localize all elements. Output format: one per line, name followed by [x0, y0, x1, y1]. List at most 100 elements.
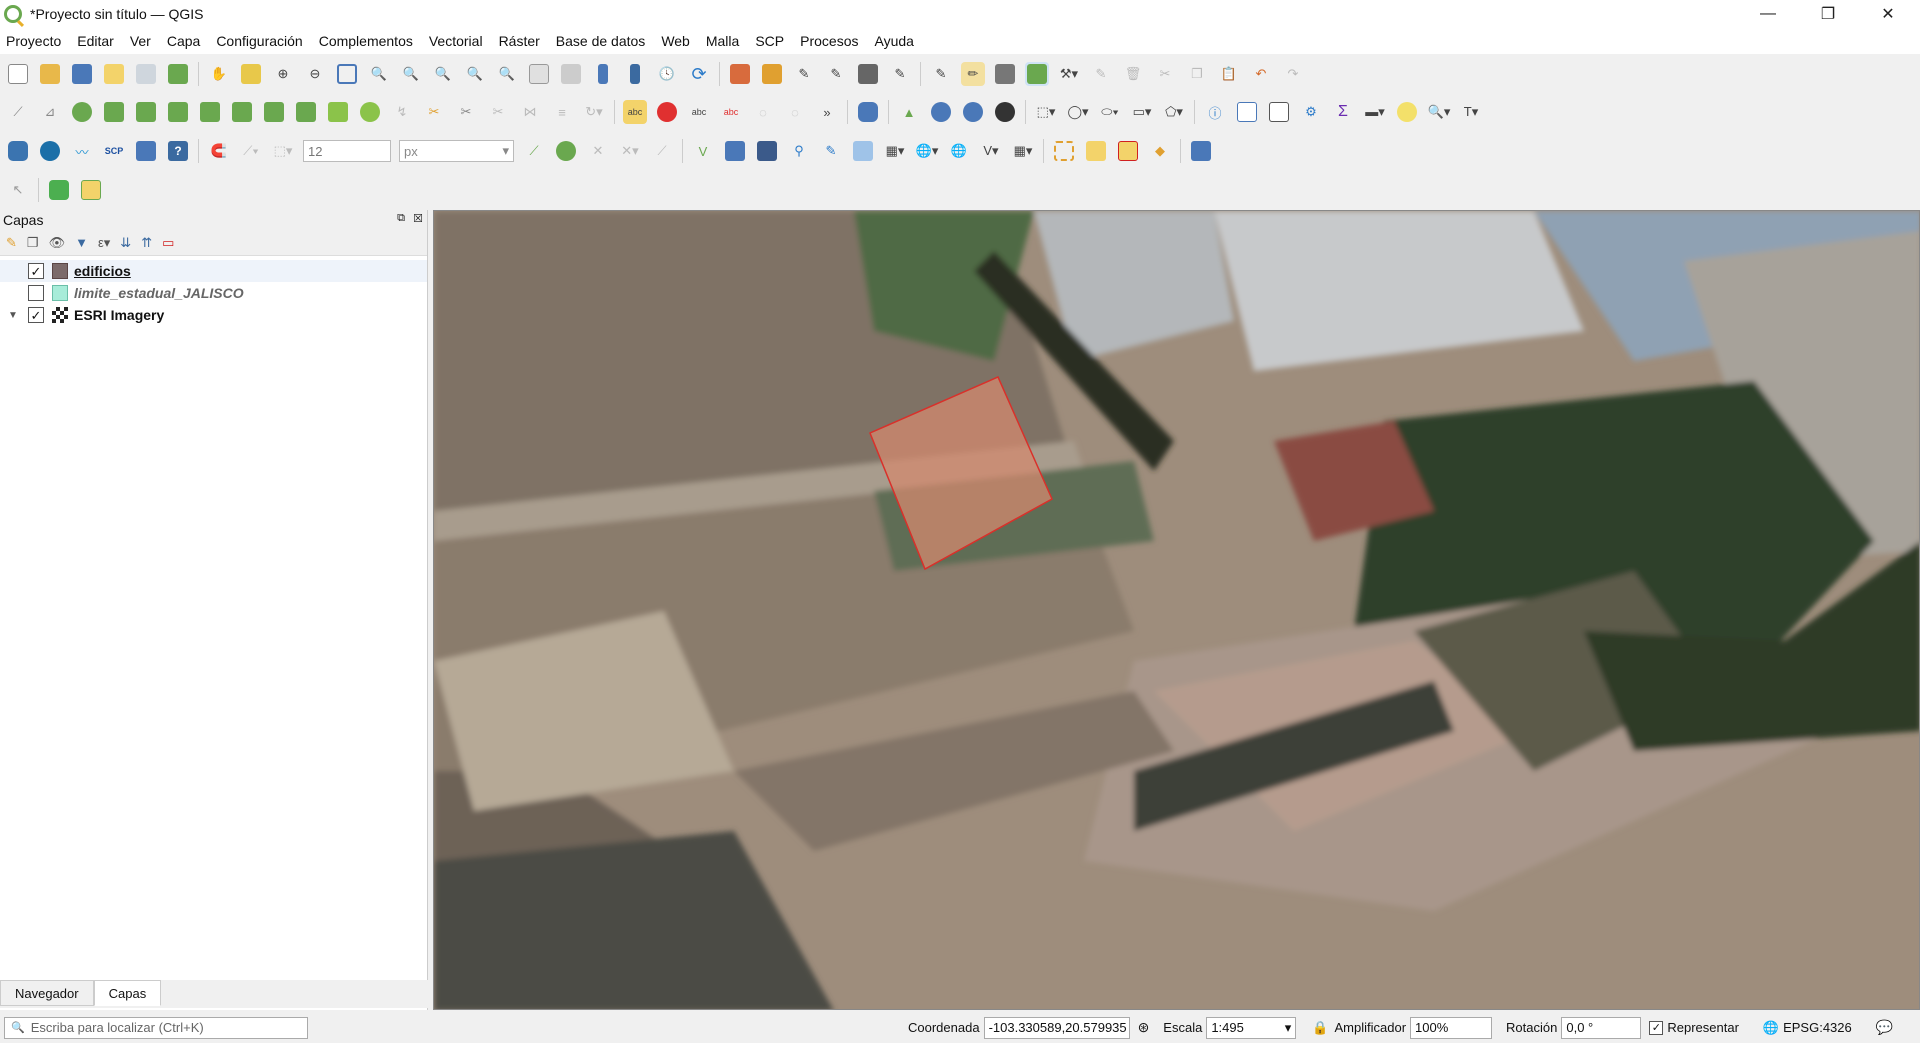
new-vector-layer-icon[interactable]: V	[691, 139, 715, 163]
database-icon[interactable]	[856, 100, 880, 124]
scp-band-set-icon[interactable]	[134, 139, 158, 163]
filter-by-expression-icon[interactable]: ε▾	[98, 235, 110, 251]
toggle-editing-icon[interactable]	[760, 62, 784, 86]
zoom-next-icon[interactable]: 🔍	[495, 62, 519, 86]
snapping-tolerance-input[interactable]: 12	[303, 140, 391, 162]
circle-tool-icon[interactable]: ◯▾	[1066, 100, 1090, 124]
menu-procesos[interactable]: Procesos	[800, 33, 858, 49]
plugin-map-icon[interactable]	[79, 178, 103, 202]
advanced-digitizing-icon[interactable]: ⊿	[38, 100, 62, 124]
snapping-magnet-icon[interactable]: 🧲	[207, 139, 231, 163]
add-feature-dropdown-icon[interactable]: ⬚▾	[1034, 100, 1058, 124]
menu-base-de-datos[interactable]: Base de datos	[556, 33, 646, 49]
add-wms-layer-icon[interactable]: 🌐▾	[915, 139, 939, 163]
identify-features-icon[interactable]: ⓘ	[1203, 100, 1227, 124]
new-bookmark-icon[interactable]	[591, 62, 615, 86]
quick-osm-icon[interactable]	[47, 178, 71, 202]
highlight-pinned-labels-icon[interactable]: abc	[719, 100, 743, 124]
map-canvas[interactable]	[433, 210, 1920, 1010]
digitize-icon[interactable]: ✎	[792, 62, 816, 86]
pan-map-icon[interactable]: ✋	[207, 62, 231, 86]
rotate-feature-icon[interactable]	[134, 100, 158, 124]
add-mesh-layer-icon[interactable]	[755, 139, 779, 163]
add-virtual-layer-icon[interactable]: ▦▾	[883, 139, 907, 163]
delete-part-icon[interactable]	[294, 100, 318, 124]
map-tips-icon[interactable]	[1395, 100, 1419, 124]
fill-ring-icon[interactable]	[230, 100, 254, 124]
zoom-last-icon[interactable]: 🔍	[463, 62, 487, 86]
temporal-controller-icon[interactable]: 🕓	[655, 62, 679, 86]
scale-field[interactable]: 1:495 ▾	[1206, 1016, 1297, 1039]
menu-proyecto[interactable]: Proyecto	[6, 33, 61, 49]
redo-icon[interactable]: ↷	[1281, 62, 1305, 86]
open-styling-icon[interactable]: ✎	[6, 235, 17, 251]
select-by-location-icon[interactable]: ◆	[1148, 139, 1172, 163]
new-print-layout-icon[interactable]	[102, 62, 126, 86]
menu-capa[interactable]: Capa	[167, 33, 200, 49]
add-ring-icon[interactable]	[70, 100, 94, 124]
menu-malla[interactable]: Malla	[706, 33, 739, 49]
messages-icon[interactable]: 💬	[1876, 1019, 1893, 1036]
menu-ayuda[interactable]: Ayuda	[874, 33, 913, 49]
tab-capas[interactable]: Capas	[93, 980, 162, 1006]
snapping-units-select[interactable]: px ▾	[399, 140, 514, 162]
close-button[interactable]: ✕	[1860, 0, 1916, 28]
zoom-in-icon[interactable]: ⊕	[271, 62, 295, 86]
menu-web[interactable]: Web	[661, 33, 690, 49]
move-label-icon[interactable]: ◌	[751, 100, 775, 124]
measure-line-icon[interactable]: ▬▾	[1363, 100, 1387, 124]
snapping-options-icon[interactable]: ⟋	[650, 139, 674, 163]
add-group-icon[interactable]: ❐	[27, 235, 39, 251]
add-delimited-text-icon[interactable]: ⚲	[787, 139, 811, 163]
more-tools-icon[interactable]: »	[815, 100, 839, 124]
open-attribute-table-icon[interactable]	[728, 62, 752, 86]
zoom-out-icon[interactable]: ⊖	[303, 62, 327, 86]
qgis-cloud-icon[interactable]	[38, 139, 62, 163]
menu-complementos[interactable]: Complementos	[319, 33, 413, 49]
text-annotation-icon[interactable]: T▾	[1459, 100, 1483, 124]
add-wfs-layer-icon[interactable]: 🌐	[947, 139, 971, 163]
remove-layer-icon[interactable]: ▭	[162, 235, 174, 251]
filter-legend-icon[interactable]: ▼	[75, 235, 88, 250]
zoom-full-icon[interactable]	[335, 62, 359, 86]
vertex-tool-icon[interactable]: ✎	[888, 62, 912, 86]
collapse-all-icon[interactable]: ⇈	[141, 235, 152, 251]
new-map-view-icon[interactable]	[527, 62, 551, 86]
pin-labels-icon[interactable]: abc	[687, 100, 711, 124]
offset-curve-icon[interactable]	[358, 100, 382, 124]
add-raster-layer-icon[interactable]	[723, 139, 747, 163]
layer-item-limite-estadual-jalisco[interactable]: limite_estadual_JALISCO	[0, 282, 427, 304]
quickmapservices-icon[interactable]	[993, 100, 1017, 124]
menu-editar[interactable]: Editar	[77, 33, 114, 49]
layer-item-esri-imagery[interactable]: ▼ ✓ ESRI Imagery	[0, 304, 427, 326]
zoom-native-icon[interactable]: 🔍	[431, 62, 455, 86]
snapping-mode-icon[interactable]: ⟋▾	[239, 139, 263, 163]
expand-all-icon[interactable]: ⇊	[120, 235, 131, 251]
save-project-icon[interactable]	[70, 62, 94, 86]
cut-features-icon[interactable]: ✂	[1153, 62, 1177, 86]
scp-icon[interactable]: SCP	[102, 139, 126, 163]
zoom-to-layer-icon[interactable]: 🔍	[399, 62, 423, 86]
add-spatialite-icon[interactable]: ✎	[819, 139, 843, 163]
layer-visibility-checkbox[interactable]: ✓	[28, 307, 44, 323]
maximize-button[interactable]: ❐	[1800, 0, 1856, 28]
deselect-features-icon[interactable]	[1116, 139, 1140, 163]
menu-ver[interactable]: Ver	[130, 33, 151, 49]
lock-scale-icon[interactable]: 🔒	[1312, 1020, 1328, 1036]
attribute-table-icon[interactable]	[1235, 100, 1259, 124]
field-calculator-icon[interactable]	[1267, 100, 1291, 124]
menu-raster[interactable]: Ráster	[499, 33, 540, 49]
metasearch-icon[interactable]	[961, 100, 985, 124]
layer-visibility-checkbox[interactable]	[28, 285, 44, 301]
rectangle-tool-icon[interactable]: ▭▾	[1130, 100, 1154, 124]
regular-polygon-tool-icon[interactable]: ⬠▾	[1162, 100, 1186, 124]
split-parts-icon[interactable]: ✂	[486, 100, 510, 124]
delete-ring-icon[interactable]	[262, 100, 286, 124]
split-features-icon[interactable]: ✂	[454, 100, 478, 124]
topological-editing-icon[interactable]: ⟋	[522, 139, 546, 163]
move-feature-icon[interactable]	[102, 100, 126, 124]
plugin-extra-icon[interactable]	[1189, 139, 1213, 163]
render-checkbox[interactable]: ✓	[1649, 1020, 1664, 1035]
copy-features-icon[interactable]: ❐	[1185, 62, 1209, 86]
undo-icon[interactable]: ↶	[1249, 62, 1273, 86]
